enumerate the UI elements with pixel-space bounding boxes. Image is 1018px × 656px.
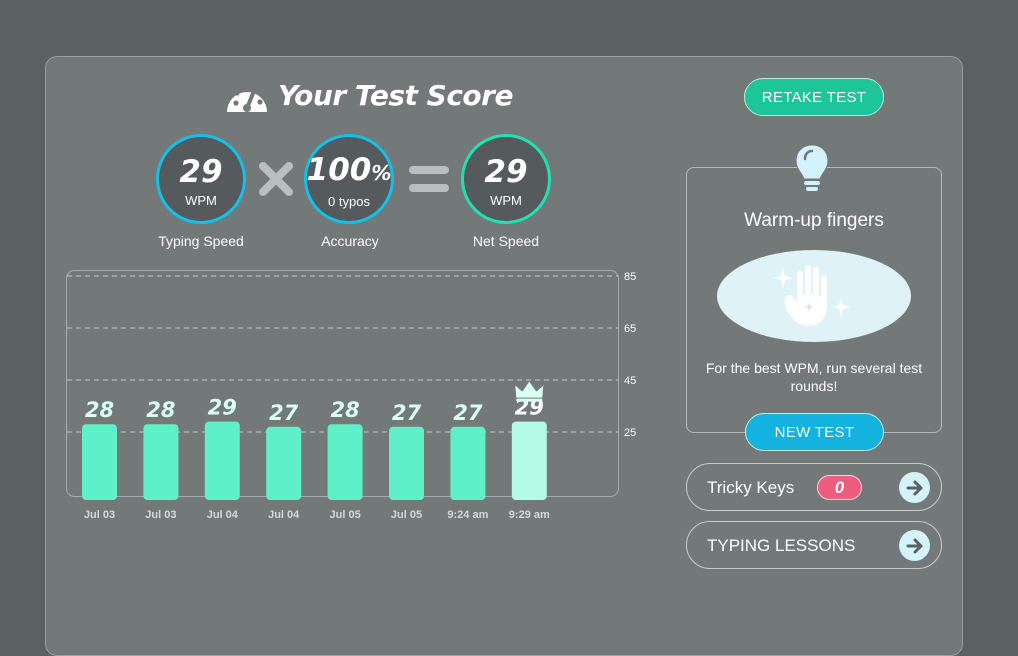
x-tick-label: Jul 04 xyxy=(268,509,300,521)
typing-lessons-label: TYPING LESSONS xyxy=(707,536,856,555)
accuracy-label: Accuracy xyxy=(321,233,379,249)
tricky-keys-count-badge: 0 xyxy=(817,475,862,500)
title-text: Your Test Score xyxy=(278,78,513,112)
x-tick-label: Jul 04 xyxy=(207,509,239,521)
typing-speed-unit: WPM xyxy=(185,192,217,208)
warmup-description: For the best WPM, run several test round… xyxy=(705,360,923,394)
typo-count: 0 typos xyxy=(328,194,370,209)
chart-bar xyxy=(511,421,547,500)
y-tick-label: 25 xyxy=(624,427,636,439)
chart-bar xyxy=(389,426,424,500)
chart-bar xyxy=(327,424,363,500)
page-title: Your Test Score xyxy=(224,74,513,116)
times-icon xyxy=(259,162,293,196)
wpm-history-chart: 85 65 45 25 28 Jul 03 28 Jul 03 29 Jul 04 27 Jul 0… xyxy=(66,270,636,521)
sparkle-hand-icon xyxy=(773,265,850,326)
arrow-right-icon[interactable] xyxy=(899,472,930,503)
typing-lessons-row[interactable]: TYPING LESSONS xyxy=(686,521,942,569)
chart-bar xyxy=(266,426,302,500)
typing-speed-label: Typing Speed xyxy=(158,233,244,249)
x-tick-label: Jul 05 xyxy=(391,509,422,521)
warmup-illustration xyxy=(717,250,911,342)
chart-bar xyxy=(82,424,117,500)
net-speed-label: Net Speed xyxy=(472,233,540,249)
lightbulb-icon xyxy=(795,144,829,191)
crown-base xyxy=(516,398,543,402)
typing-speed-circle: 29 WPM xyxy=(156,134,246,224)
bar-value-label: 28 xyxy=(146,398,175,422)
new-test-button[interactable]: NEW TEST xyxy=(745,413,884,451)
y-tick-label: 85 xyxy=(624,271,636,283)
bar-value-label: 27 xyxy=(269,401,299,425)
bar-value-label: 27 xyxy=(453,401,483,425)
bar-value-label: 28 xyxy=(330,398,359,422)
x-tick-label: Jul 03 xyxy=(84,509,115,521)
arrow-right-icon[interactable] xyxy=(899,530,930,561)
x-tick-label: 9:29 am xyxy=(509,509,550,521)
chart-bar xyxy=(450,426,486,500)
accuracy-value: 100% xyxy=(306,152,392,188)
chart-bar xyxy=(143,424,179,500)
accuracy-circle: 100% 0 typos xyxy=(304,134,394,224)
tricky-keys-row[interactable]: Tricky Keys 0 xyxy=(686,463,942,511)
bar-value-label: 28 xyxy=(85,398,114,422)
chart-bar xyxy=(204,421,240,500)
tricky-keys-label: Tricky Keys xyxy=(707,478,795,497)
net-speed-value: 29 xyxy=(484,153,528,190)
warmup-card: Warm-up fingers For the best WPM, run se… xyxy=(686,167,942,433)
bar-value-label: 29 xyxy=(208,396,237,420)
x-tick-label: Jul 05 xyxy=(330,509,361,521)
net-speed-unit: WPM xyxy=(490,192,522,208)
speedometer-icon xyxy=(227,84,267,112)
retake-test-button[interactable]: RETAKE TEST xyxy=(744,78,884,116)
y-tick-label: 45 xyxy=(624,375,636,387)
typing-speed-value: 29 xyxy=(179,153,223,190)
crown-icon xyxy=(515,381,544,398)
bar-value-label: 27 xyxy=(392,401,422,425)
x-tick-label: 9:24 am xyxy=(447,509,488,521)
net-speed-circle: 29 WPM xyxy=(461,134,551,224)
y-tick-label: 65 xyxy=(624,323,636,335)
equals-icon xyxy=(409,166,449,192)
x-tick-label: Jul 03 xyxy=(145,509,176,521)
warmup-title: Warm-up fingers xyxy=(744,210,884,231)
